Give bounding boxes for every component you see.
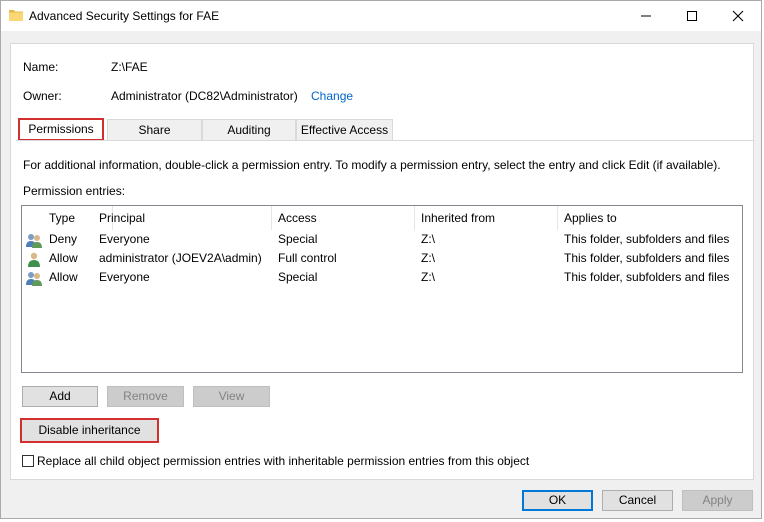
title-bar[interactable]: Advanced Security Settings for FAE: [1, 1, 761, 31]
column-header-principal[interactable]: Principal: [93, 206, 272, 230]
row-access: Special: [278, 270, 318, 284]
row-principal: administrator (JOEV2A\admin): [99, 251, 262, 265]
user-group-icon: [26, 272, 42, 286]
row-type: Allow: [49, 251, 78, 265]
row-access: Special: [278, 232, 318, 246]
disable-inheritance-button[interactable]: Disable inheritance: [20, 418, 159, 443]
maximize-icon: [687, 11, 697, 21]
column-header-access[interactable]: Access: [272, 206, 415, 230]
view-button[interactable]: View: [193, 386, 270, 407]
row-inherited-from: Z:\: [421, 232, 435, 246]
name-value: Z:\FAE: [111, 60, 148, 74]
user-icon: [28, 252, 40, 267]
tab-effective-access[interactable]: Effective Access: [296, 119, 393, 140]
owner-label: Owner:: [23, 89, 62, 103]
permission-entries-list[interactable]: Type Principal Access Inherited from App…: [21, 205, 743, 373]
apply-button[interactable]: Apply: [682, 490, 753, 511]
column-header-inherited-from[interactable]: Inherited from: [415, 206, 558, 230]
minimize-button[interactable]: [623, 1, 669, 31]
row-applies-to: This folder, subfolders and files: [564, 232, 730, 246]
close-icon: [732, 10, 744, 22]
table-row[interactable]: Allow Everyone Special Z:\ This folder, …: [22, 268, 742, 287]
row-type: Allow: [49, 270, 78, 284]
permission-entries-label: Permission entries:: [23, 184, 126, 198]
row-access: Full control: [278, 251, 337, 265]
row-principal: Everyone: [99, 270, 150, 284]
replace-child-permissions-label[interactable]: Replace all child object permission entr…: [37, 454, 529, 468]
column-header-applies-to[interactable]: Applies to: [558, 206, 742, 230]
table-row[interactable]: Allow administrator (JOEV2A\admin) Full …: [22, 249, 742, 268]
maximize-button[interactable]: [669, 1, 715, 31]
cancel-button[interactable]: Cancel: [602, 490, 673, 511]
remove-button[interactable]: Remove: [107, 386, 184, 407]
folder-icon: [9, 10, 23, 21]
table-row[interactable]: Deny Everyone Special Z:\ This folder, s…: [22, 230, 742, 249]
row-inherited-from: Z:\: [421, 251, 435, 265]
row-type: Deny: [49, 232, 78, 246]
add-button[interactable]: Add: [22, 386, 98, 407]
tab-permissions[interactable]: Permissions: [18, 118, 104, 141]
minimize-icon: [641, 15, 651, 17]
owner-value: Administrator (DC82\Administrator): [111, 89, 298, 103]
tab-auditing[interactable]: Auditing: [202, 119, 296, 140]
name-label: Name:: [23, 60, 59, 74]
help-text: For additional information, double-click…: [23, 158, 721, 172]
row-applies-to: This folder, subfolders and files: [564, 251, 730, 265]
replace-child-permissions-checkbox[interactable]: [22, 455, 34, 467]
user-group-icon: [26, 234, 42, 248]
security-settings-window: Advanced Security Settings for FAE Name:…: [0, 0, 762, 519]
close-button[interactable]: [715, 1, 761, 31]
tab-divider: [16, 140, 754, 141]
ok-button[interactable]: OK: [522, 490, 593, 511]
change-owner-link[interactable]: Change: [311, 89, 353, 103]
row-applies-to: This folder, subfolders and files: [564, 270, 730, 284]
row-inherited-from: Z:\: [421, 270, 435, 284]
window-title: Advanced Security Settings for FAE: [29, 9, 220, 23]
tab-share[interactable]: Share: [107, 119, 202, 140]
row-principal: Everyone: [99, 232, 150, 246]
